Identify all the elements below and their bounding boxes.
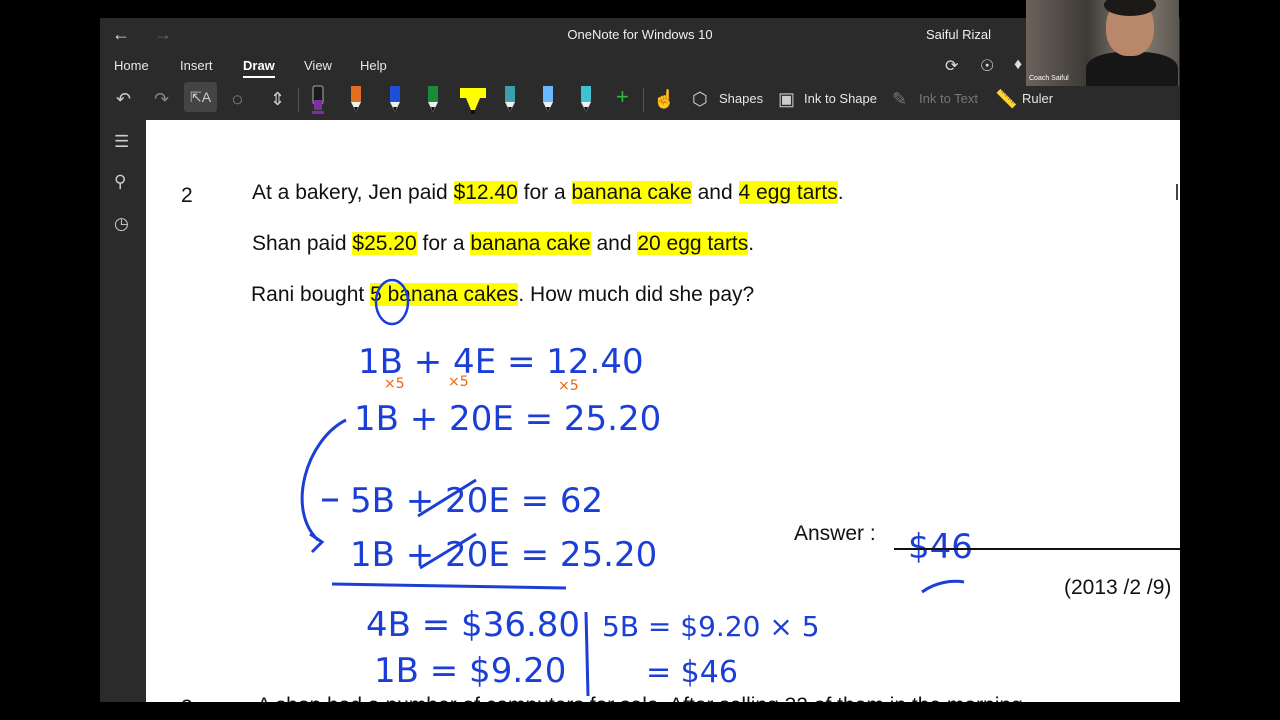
ink-to-shape-icon[interactable]: ▣ bbox=[778, 88, 795, 110]
result-3: 5B = $9.20 × 5 bbox=[602, 610, 820, 643]
equation-4: 1B + 20E = 25.20 bbox=[350, 535, 657, 575]
webcam-caption: Coach Saiful bbox=[1029, 75, 1069, 82]
circled-five-ink bbox=[374, 278, 410, 326]
pen-lightblue-icon[interactable] bbox=[540, 84, 556, 116]
webcam-overlay: Coach Saiful bbox=[1026, 0, 1179, 86]
ink-to-text-button[interactable]: Ink to Text bbox=[919, 91, 978, 106]
result-4: = $46 bbox=[646, 655, 738, 690]
pen-teal-icon[interactable] bbox=[502, 84, 518, 116]
add-space-icon[interactable]: ⇕ bbox=[270, 88, 285, 110]
highlighter-yellow-icon[interactable] bbox=[458, 84, 488, 116]
draw-toolbar: ↶ ↷ ⇱A ◌ ⇕ + ☝ ⬡ Shapes ▣ Ink to Shape ✎… bbox=[100, 80, 1180, 120]
result-1: 4B = $36.80 bbox=[366, 605, 580, 645]
answer-label: Answer : bbox=[794, 522, 876, 545]
ink-to-shape-button[interactable]: Ink to Shape bbox=[804, 91, 877, 106]
equation-2: 1B + 20E = 25.20 bbox=[354, 399, 661, 439]
question-3-number: 3 bbox=[181, 696, 193, 702]
handwritten-ink-layer: 1B + 4E = 12.40 ×5 ×5 ×5 1B + 20E = 25.2… bbox=[300, 278, 973, 697]
ink-to-text-icon[interactable]: ✎ bbox=[892, 88, 907, 110]
lasso-select-icon[interactable]: ◌ bbox=[232, 88, 243, 110]
arrowhead-ink bbox=[309, 532, 325, 554]
undo-icon[interactable]: ↶ bbox=[116, 88, 131, 110]
multiplier-3: ×5 bbox=[558, 378, 579, 394]
ribbon-tabs: Home Insert Draw View Help ⟳ ☉ ♦ bbox=[100, 52, 1180, 80]
note-page[interactable]: 2 At a bakery, Jen paid $12.40 for a ban… bbox=[146, 120, 1180, 702]
lightbulb-icon[interactable]: ☉ bbox=[980, 56, 994, 76]
answer-underline-ink bbox=[921, 579, 965, 594]
pen-orange-icon[interactable] bbox=[348, 84, 364, 116]
user-name[interactable]: Saiful Rizal bbox=[926, 27, 991, 42]
notification-bell-icon[interactable]: ♦ bbox=[1014, 56, 1022, 74]
sync-icon[interactable]: ⟳ bbox=[945, 56, 958, 76]
webcam-person-shirt bbox=[1086, 52, 1178, 86]
divider-line-ink bbox=[584, 611, 590, 697]
recent-clock-icon[interactable]: ◷ bbox=[114, 214, 129, 234]
question-3-text: A shop had a number of computers for sal… bbox=[257, 694, 1023, 702]
multiplier-1: ×5 bbox=[384, 376, 405, 392]
question-reference: (2013 /2 /9) bbox=[1064, 576, 1172, 599]
title-bar: ← → OneNote for Windows 10 Saiful Rizal bbox=[100, 18, 1180, 52]
tab-insert[interactable]: Insert bbox=[180, 58, 213, 73]
tab-help[interactable]: Help bbox=[360, 58, 387, 73]
bracket-arrow-ink bbox=[300, 418, 347, 542]
pen-purple-icon[interactable] bbox=[310, 84, 326, 116]
equation-3: 5B + 20E = 62 bbox=[350, 481, 603, 521]
subtraction-line-ink bbox=[331, 582, 567, 590]
redo-icon[interactable]: ↷ bbox=[154, 88, 169, 110]
tab-home[interactable]: Home bbox=[114, 58, 149, 73]
ruler-icon[interactable]: 📏 bbox=[995, 88, 1017, 110]
shapes-icon[interactable]: ⬡ bbox=[692, 88, 708, 110]
touch-draw-icon[interactable]: ☝ bbox=[653, 88, 675, 110]
toolbar-divider bbox=[643, 88, 644, 112]
left-navigation-rail: ☰ ⚲ ◷ bbox=[100, 120, 146, 702]
tab-draw[interactable]: Draw bbox=[243, 58, 275, 78]
pen-blue-icon[interactable] bbox=[387, 84, 403, 116]
pen-cyan-icon[interactable] bbox=[578, 84, 594, 116]
window-title: OneNote for Windows 10 bbox=[567, 27, 713, 42]
answer-line bbox=[894, 548, 1180, 550]
multiplier-2: ×5 bbox=[448, 374, 469, 390]
pen-green-icon[interactable] bbox=[425, 84, 441, 116]
answer-ink: $46 bbox=[908, 527, 973, 567]
result-2: 1B = $9.20 bbox=[374, 651, 566, 691]
toolbar-divider bbox=[298, 88, 299, 112]
add-pen-icon[interactable]: + bbox=[616, 86, 629, 108]
type-select-icon[interactable]: ⇱A bbox=[184, 82, 218, 112]
ruler-button[interactable]: Ruler bbox=[1022, 91, 1053, 106]
notebooks-icon[interactable]: ☰ bbox=[114, 132, 129, 152]
tab-view[interactable]: View bbox=[304, 58, 332, 73]
search-icon[interactable]: ⚲ bbox=[114, 172, 126, 192]
shapes-button[interactable]: Shapes bbox=[719, 91, 763, 106]
onenote-window: ← → OneNote for Windows 10 Saiful Rizal … bbox=[100, 18, 1180, 702]
